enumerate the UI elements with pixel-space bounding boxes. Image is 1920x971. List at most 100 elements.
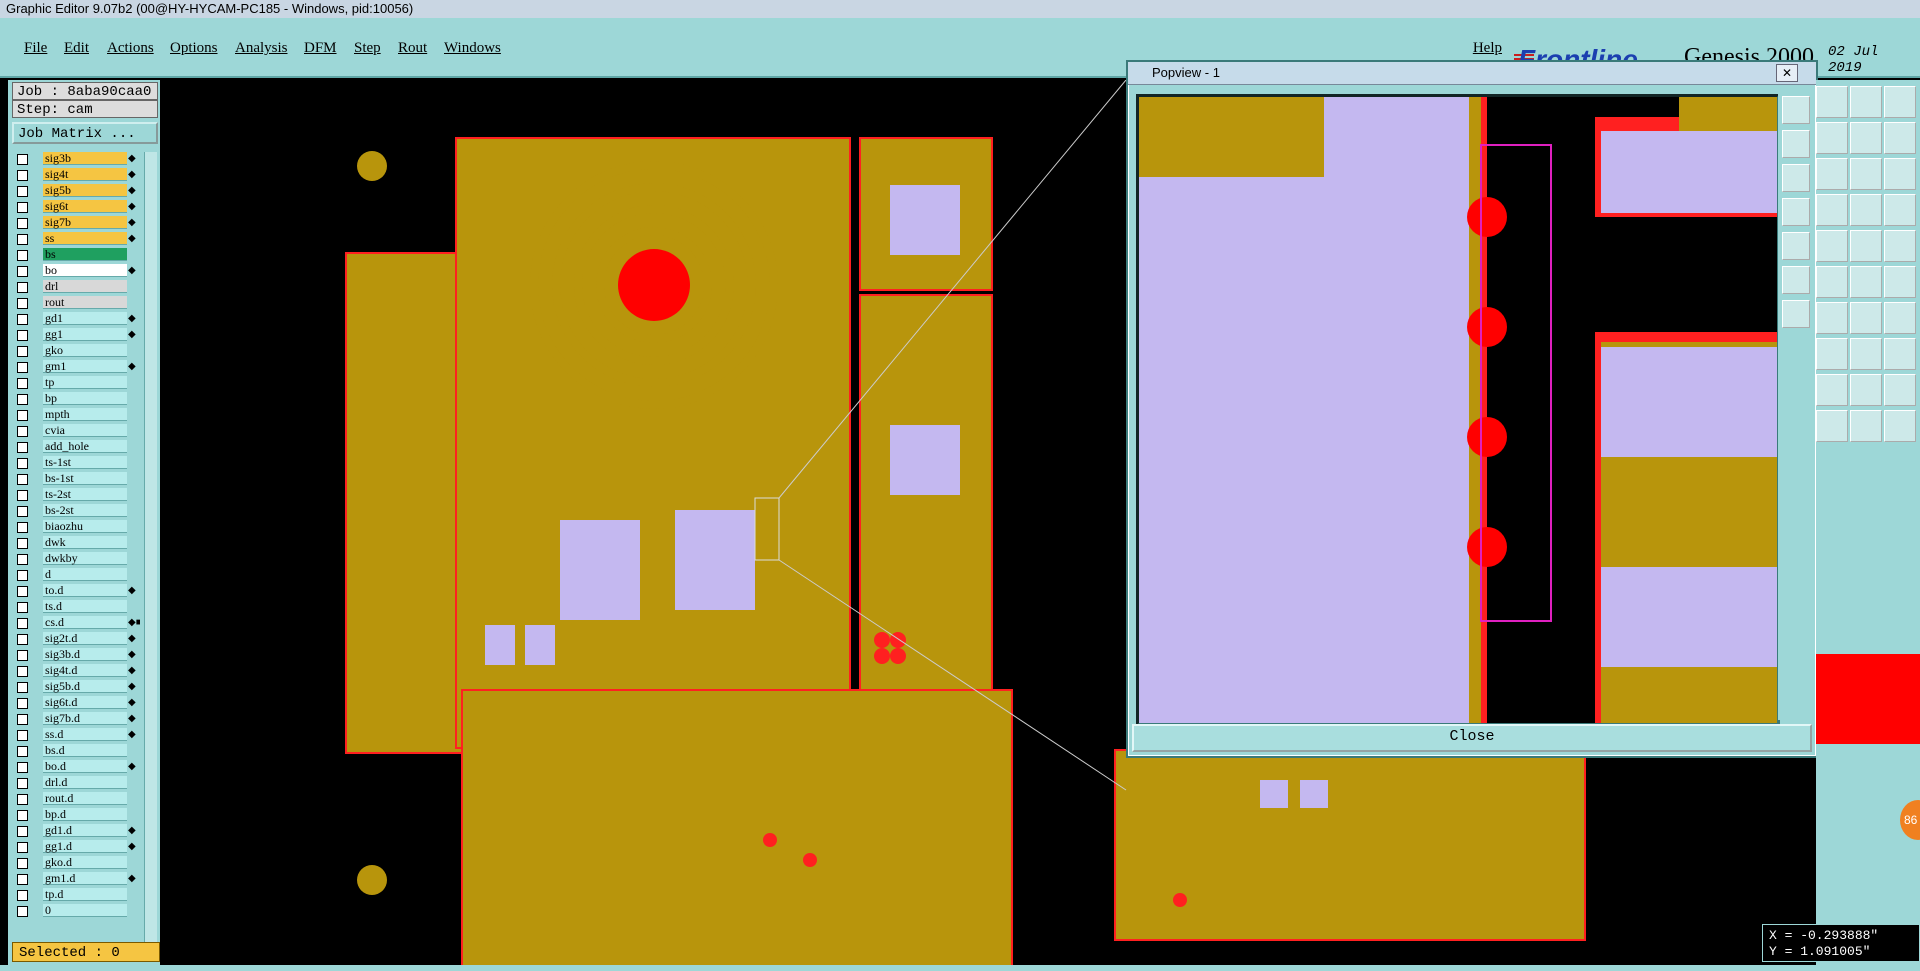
layer-name[interactable]: ts-1st [43, 456, 127, 469]
layer-name[interactable]: sig4t.d [43, 664, 127, 677]
layer-row[interactable]: drl.d [12, 776, 140, 790]
layer-row[interactable]: gg1 ◆ [12, 328, 140, 342]
tool-cursor-icon[interactable] [1884, 410, 1916, 442]
layer-name[interactable]: sig6t.d [43, 696, 127, 709]
layer-checkbox[interactable] [17, 794, 28, 805]
popview-center-icon[interactable] [1782, 300, 1810, 328]
tool-line-icon[interactable] [1850, 266, 1882, 298]
layer-row[interactable]: sig7b.d ◆ [12, 712, 140, 726]
layer-checkbox[interactable] [17, 906, 28, 917]
tool-draw-icon[interactable] [1816, 302, 1848, 334]
layer-row[interactable]: tp [12, 376, 140, 390]
tool-align-icon[interactable] [1850, 338, 1882, 370]
tool-net-icon[interactable] [1884, 194, 1916, 226]
layer-name[interactable]: d [43, 568, 127, 581]
layer-name[interactable]: bo.d [43, 760, 127, 773]
layer-name[interactable]: sig5b [43, 184, 127, 197]
layer-row[interactable]: bo ◆ [12, 264, 140, 278]
layer-checkbox[interactable] [17, 778, 28, 789]
layer-row[interactable]: ts-2st [12, 488, 140, 502]
layer-row[interactable]: cvia [12, 424, 140, 438]
layer-name[interactable]: rout [43, 296, 127, 309]
layer-checkbox[interactable] [17, 362, 28, 373]
layer-name[interactable]: dwk [43, 536, 127, 549]
layer-checkbox[interactable] [17, 426, 28, 437]
layer-checkbox[interactable] [17, 250, 28, 261]
layer-name[interactable]: bs.d [43, 744, 127, 757]
layer-checkbox[interactable] [17, 218, 28, 229]
layer-checkbox[interactable] [17, 394, 28, 405]
tool-snap-icon[interactable] [1884, 122, 1916, 154]
layer-name[interactable]: to.d [43, 584, 127, 597]
popview-home-icon[interactable] [1782, 232, 1810, 260]
layer-checkbox[interactable] [17, 890, 28, 901]
layer-name[interactable]: gd1.d [43, 824, 127, 837]
layer-row[interactable]: gm1 ◆ [12, 360, 140, 374]
layer-name[interactable]: tp [43, 376, 127, 389]
layer-row[interactable]: ss ◆ [12, 232, 140, 246]
job-matrix-button[interactable]: Job Matrix ... [12, 122, 158, 144]
layer-checkbox[interactable] [17, 458, 28, 469]
layer-checkbox[interactable] [17, 714, 28, 725]
popview-zoom-in-icon[interactable] [1782, 130, 1810, 158]
layer-checkbox[interactable] [17, 810, 28, 821]
popview-zoom-fit-icon[interactable] [1782, 96, 1810, 124]
layer-name[interactable]: sig5b.d [43, 680, 127, 693]
layer-checkbox[interactable] [17, 634, 28, 645]
layer-row[interactable]: sig3b.d ◆ [12, 648, 140, 662]
tool-minus-icon[interactable] [1816, 338, 1848, 370]
layer-row[interactable]: bp.d [12, 808, 140, 822]
layer-row[interactable]: dwkby [12, 552, 140, 566]
popview-zoom-out-icon[interactable] [1782, 164, 1810, 192]
layer-row[interactable]: rout.d [12, 792, 140, 806]
layer-name[interactable]: dwkby [43, 552, 127, 565]
tool-arc-icon[interactable] [1884, 266, 1916, 298]
layer-name[interactable]: sig3b.d [43, 648, 127, 661]
layer-row[interactable]: d [12, 568, 140, 582]
layer-row[interactable]: sig3b ◆ [12, 152, 140, 166]
layer-row[interactable]: mpth [12, 408, 140, 422]
layer-row[interactable]: gg1.d ◆ [12, 840, 140, 854]
layer-checkbox[interactable] [17, 442, 28, 453]
layer-name[interactable]: gg1 [43, 328, 127, 341]
layer-checkbox[interactable] [17, 346, 28, 357]
layer-name[interactable]: ss.d [43, 728, 127, 741]
layer-checkbox[interactable] [17, 538, 28, 549]
layer-name[interactable]: sig2t.d [43, 632, 127, 645]
menu-options[interactable]: Options [170, 40, 218, 57]
layer-checkbox[interactable] [17, 602, 28, 613]
layer-row[interactable]: to.d ◆ [12, 584, 140, 598]
layer-checkbox[interactable] [17, 410, 28, 421]
layer-name[interactable]: sig6t [43, 200, 127, 213]
layer-row[interactable]: sig6t.d ◆ [12, 696, 140, 710]
tool-help-icon[interactable] [1884, 158, 1916, 190]
tool-cross-icon[interactable] [1816, 266, 1848, 298]
tool-shape-icon[interactable] [1884, 302, 1916, 334]
layer-checkbox[interactable] [17, 698, 28, 709]
menu-analysis[interactable]: Analysis [235, 40, 288, 57]
layer-name[interactable]: bo [43, 264, 127, 277]
tool-measure-icon[interactable] [1850, 194, 1882, 226]
layer-row[interactable]: bs-1st [12, 472, 140, 486]
layer-checkbox[interactable] [17, 202, 28, 213]
layer-row[interactable]: gm1.d ◆ [12, 872, 140, 886]
tool-grid-icon[interactable] [1816, 194, 1848, 226]
layer-row[interactable]: ts-1st [12, 456, 140, 470]
layer-name[interactable]: ss [43, 232, 127, 245]
layer-row[interactable]: add_hole [12, 440, 140, 454]
layer-row[interactable]: gd1 ◆ [12, 312, 140, 326]
layer-checkbox[interactable] [17, 826, 28, 837]
layer-name[interactable]: bp [43, 392, 127, 405]
menu-step[interactable]: Step [354, 40, 381, 57]
layer-name[interactable]: drl.d [43, 776, 127, 789]
menu-edit[interactable]: Edit [64, 40, 89, 57]
layer-name[interactable]: sig4t [43, 168, 127, 181]
tool-undo-icon[interactable] [1850, 122, 1882, 154]
layer-name[interactable]: sig7b [43, 216, 127, 229]
layer-name[interactable]: gko [43, 344, 127, 357]
layer-checkbox[interactable] [17, 378, 28, 389]
layer-row[interactable]: sig5b ◆ [12, 184, 140, 198]
tool-select-icon[interactable] [1816, 410, 1848, 442]
tool-move-icon[interactable] [1816, 158, 1848, 190]
popview-titlebar[interactable]: Popview - 1 ✕ [1128, 62, 1816, 85]
